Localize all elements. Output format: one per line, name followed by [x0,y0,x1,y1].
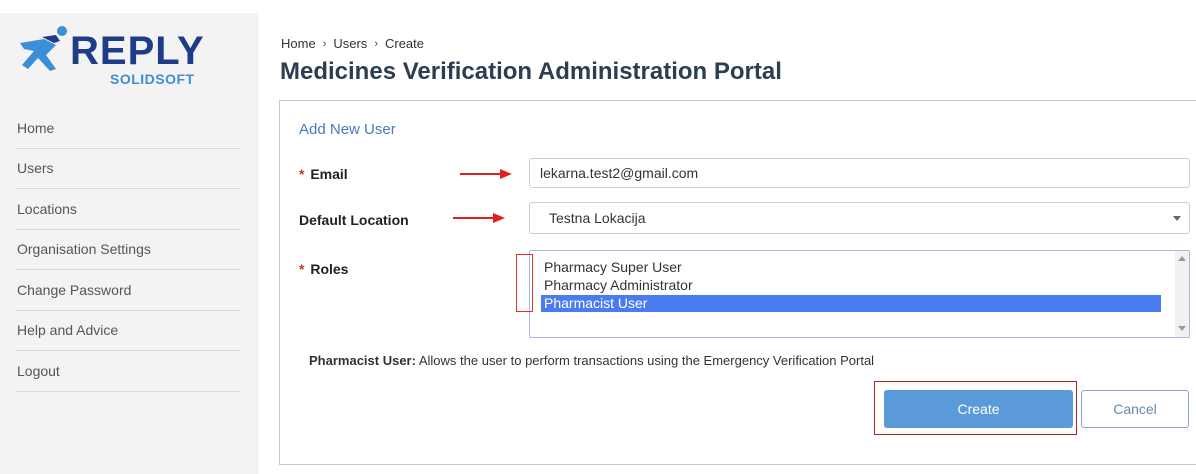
brand-name: REPLY [70,29,205,73]
role-description: Pharmacist User: Allows the user to perf… [309,353,874,368]
sidebar-item-logout[interactable]: Logout [16,351,240,392]
email-input[interactable] [529,158,1190,188]
role-description-text: Allows the user to perform transactions … [418,353,875,368]
breadcrumb-users[interactable]: Users [333,36,367,51]
default-location-select[interactable]: Testna Lokacija [529,202,1190,234]
cancel-button[interactable]: Cancel [1081,390,1189,428]
page-title: Medicines Verification Administration Po… [280,58,782,85]
breadcrumb-separator: › [374,37,378,50]
breadcrumb-create: Create [384,36,425,51]
sidebar: REPLY SOLIDSOFT Home Users Locations Org… [0,13,259,474]
sidebar-item-home[interactable]: Home [16,108,240,149]
add-user-panel: Add New User * Email Default Location Te… [279,100,1196,465]
roles-label: * Roles [299,261,348,277]
create-button[interactable]: Create [884,390,1073,428]
reply-solidsoft-logo[interactable]: REPLY SOLIDSOFT [16,25,216,87]
runner-icon [20,26,67,71]
email-label-text: Email [310,166,348,182]
sidebar-item-change-password[interactable]: Change Password [16,270,240,311]
default-location-label: Default Location [299,212,409,228]
sidebar-item-help-and-advice[interactable]: Help and Advice [16,311,240,351]
roles-label-text: Roles [310,261,349,277]
required-mark: * [299,261,305,277]
required-mark: * [299,166,305,182]
role-option-pharmacy-administrator[interactable]: Pharmacy Administrator [541,277,1161,294]
default-location-value: Testna Lokacija [549,210,646,226]
role-option-pharmacy-super-user[interactable]: Pharmacy Super User [541,259,1161,276]
brand-sub: SOLIDSOFT [110,71,195,87]
roles-scrollbar[interactable] [1175,251,1189,337]
breadcrumb-separator: › [322,37,327,50]
breadcrumb: Home › Users › Create [281,36,424,51]
annotation-highlight-box [516,254,533,312]
role-option-pharmacist-user[interactable]: Pharmacist User [541,295,1161,312]
scroll-up-icon[interactable] [1178,256,1186,261]
role-description-name: Pharmacist User: [309,353,416,368]
email-label: * Email [299,166,348,182]
sidebar-item-organisation-settings[interactable]: Organisation Settings [16,230,240,270]
breadcrumb-home[interactable]: Home [281,36,316,51]
scroll-down-icon[interactable] [1178,326,1186,331]
annotation-arrow-icon [453,213,505,223]
sidebar-nav: Home Users Locations Organisation Settin… [16,108,240,392]
sidebar-item-users[interactable]: Users [16,149,240,189]
panel-title: Add New User [299,121,396,138]
annotation-arrow-icon [460,169,512,179]
roles-listbox[interactable]: Pharmacy Super User Pharmacy Administrat… [529,250,1190,338]
chevron-down-icon [1173,216,1181,221]
sidebar-item-locations[interactable]: Locations [16,189,240,230]
